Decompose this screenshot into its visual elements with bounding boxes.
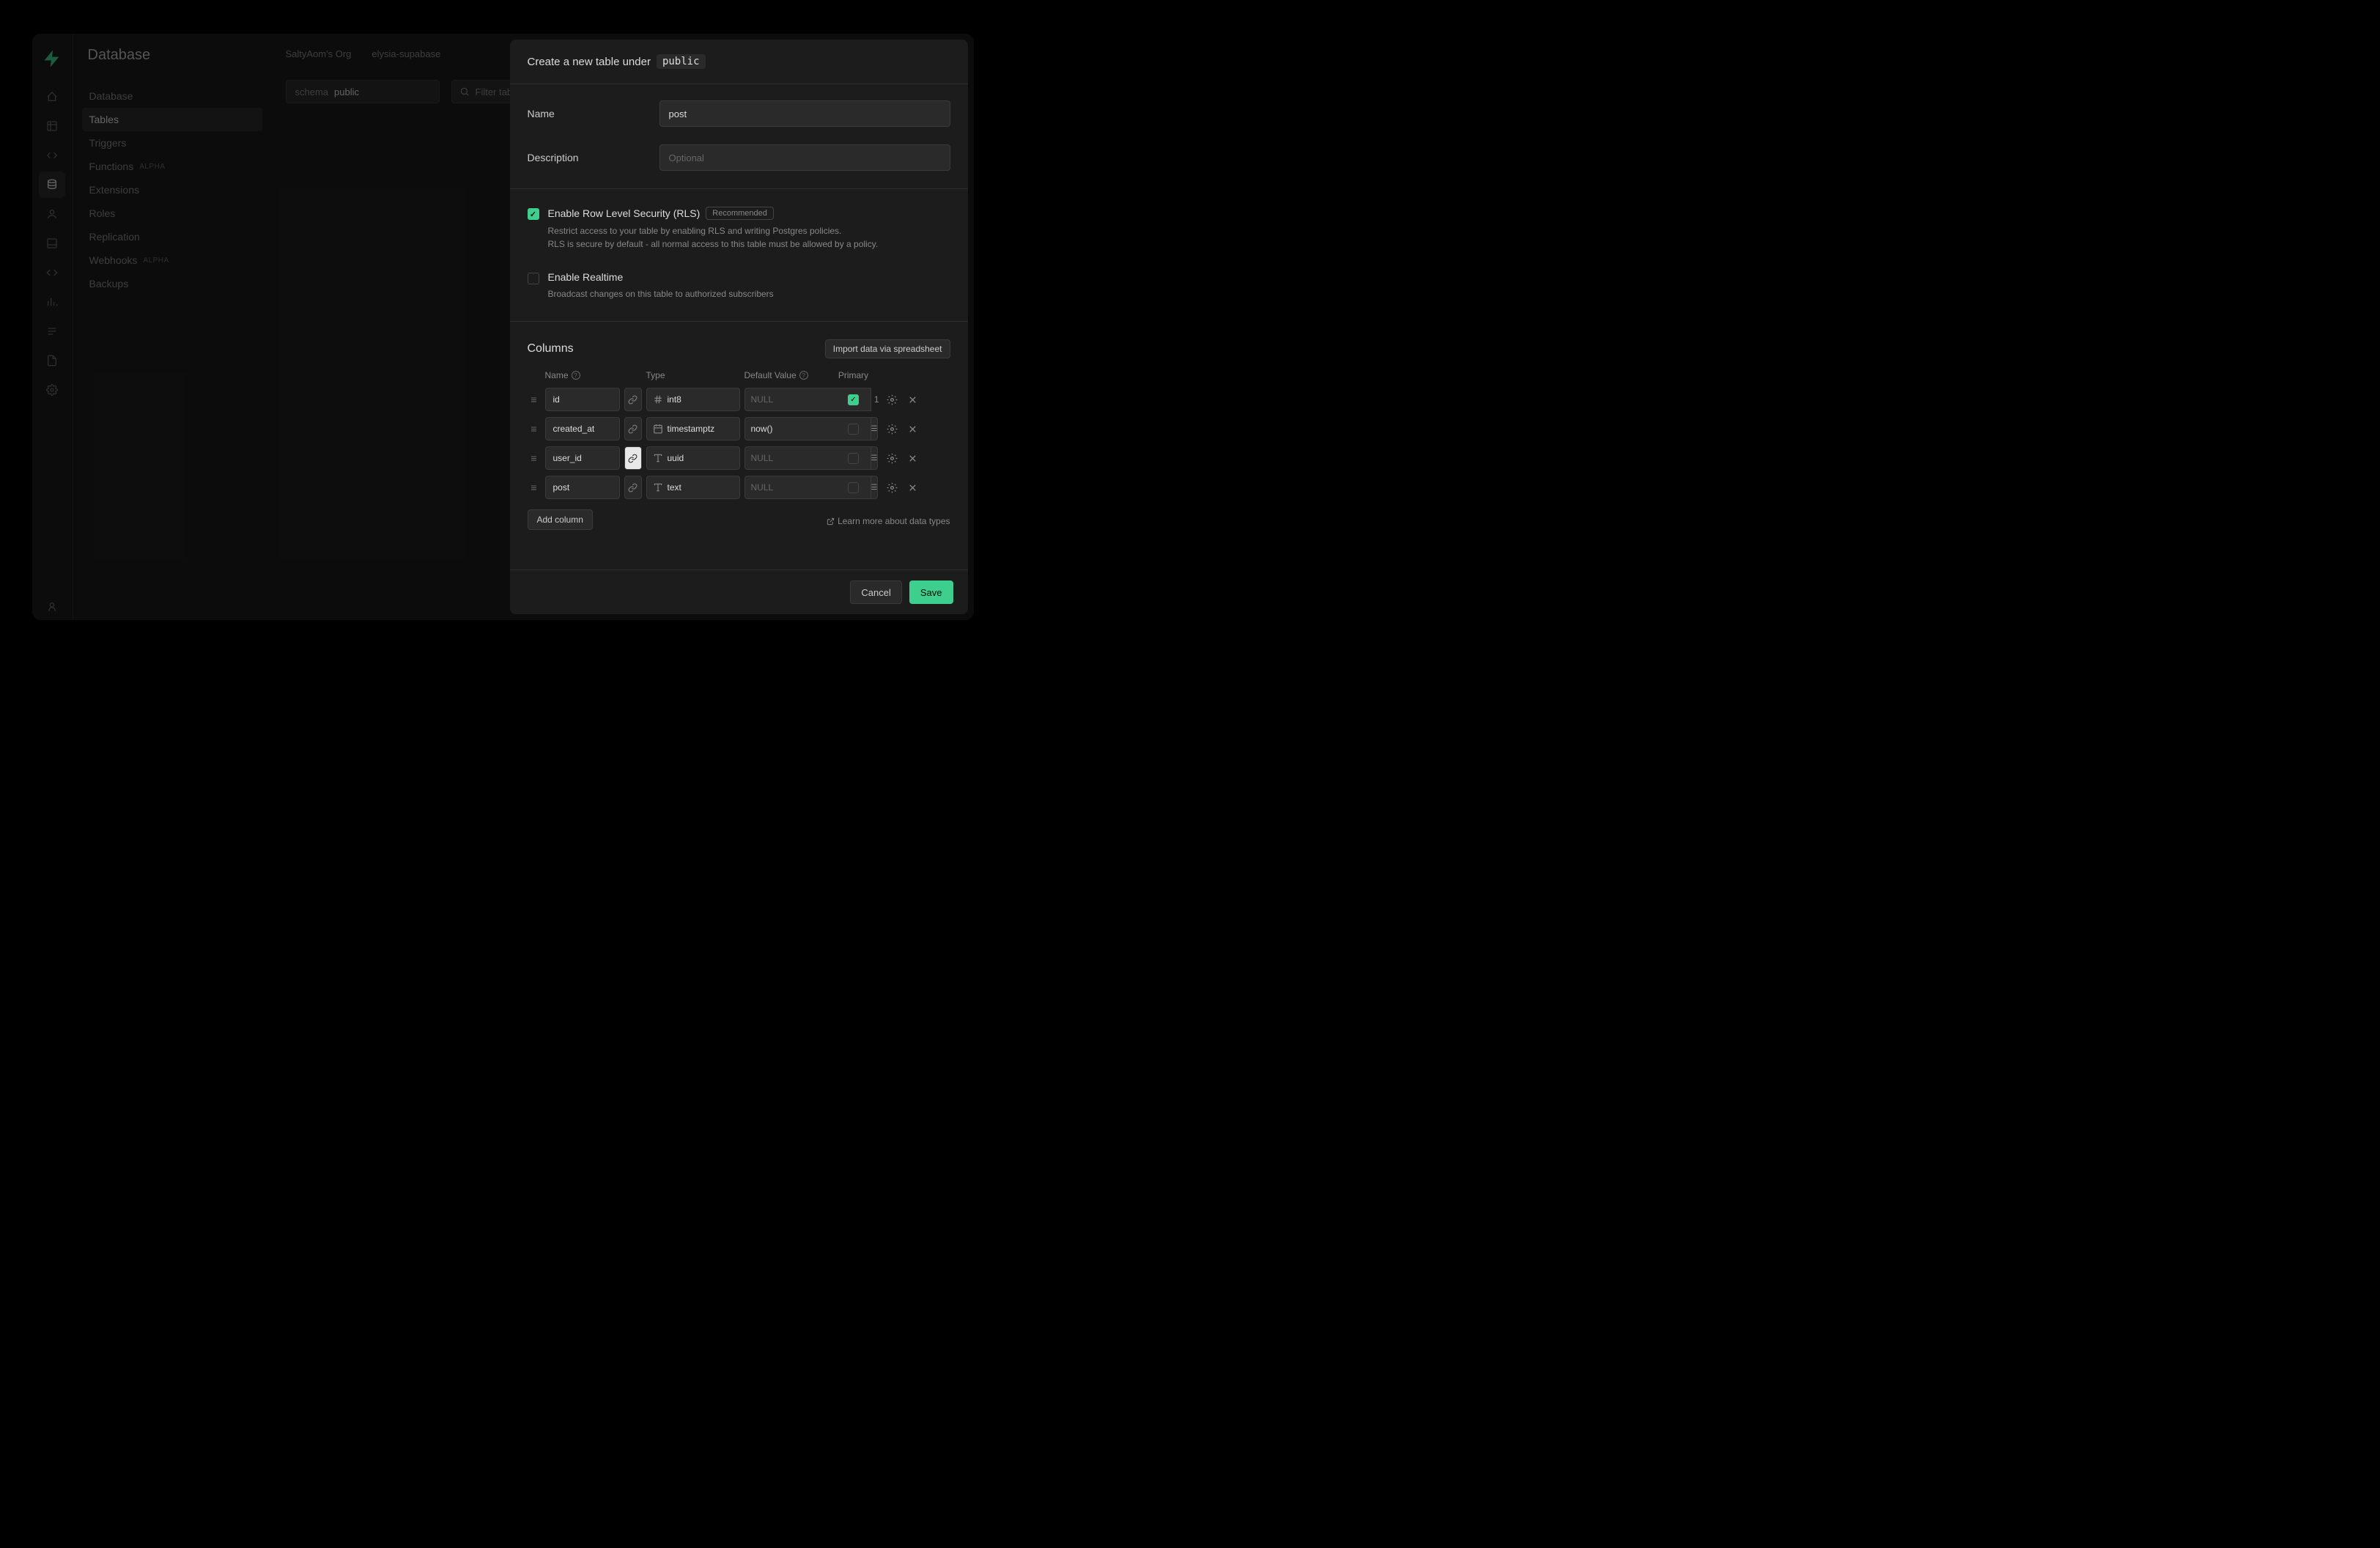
column-remove-icon[interactable]: [904, 420, 922, 438]
column-settings-icon[interactable]: [884, 391, 901, 408]
column-name-input[interactable]: [545, 476, 620, 499]
realtime-desc: Broadcast changes on this table to autho…: [548, 287, 950, 301]
column-settings-icon[interactable]: [884, 420, 901, 438]
default-value-options-icon[interactable]: ☰: [871, 476, 879, 499]
cancel-button[interactable]: Cancel: [850, 580, 901, 604]
column-name-input[interactable]: [545, 417, 620, 441]
drag-handle-icon[interactable]: ≡: [528, 423, 541, 435]
primary-key-checkbox[interactable]: [848, 482, 859, 493]
import-spreadsheet-button[interactable]: Import data via spreadsheet: [825, 339, 950, 358]
foreign-key-button[interactable]: [624, 446, 642, 470]
drag-handle-icon[interactable]: ≡: [528, 394, 541, 405]
column-headers: Name? Type Default Value? Primary: [528, 370, 950, 388]
schema-tag: public: [657, 54, 706, 69]
column-type-select[interactable]: int8: [646, 388, 740, 411]
column-name-input[interactable]: [545, 388, 620, 411]
external-link-icon: [827, 517, 835, 526]
add-column-button[interactable]: Add column: [528, 509, 593, 530]
column-settings-icon[interactable]: [884, 449, 901, 467]
help-icon[interactable]: ?: [799, 371, 808, 380]
help-icon[interactable]: ?: [572, 371, 580, 380]
rls-checkbox[interactable]: [528, 208, 539, 220]
column-remove-icon[interactable]: [904, 391, 922, 408]
column-extra-count: 1: [873, 394, 879, 405]
drag-handle-icon[interactable]: ≡: [528, 452, 541, 464]
drawer-footer: Cancel Save: [510, 570, 968, 614]
rls-title: Enable Row Level Security (RLS): [548, 207, 701, 219]
divider: [510, 321, 968, 322]
primary-key-checkbox[interactable]: [848, 453, 859, 464]
column-type-select[interactable]: uuid: [646, 446, 740, 470]
save-button[interactable]: Save: [909, 580, 953, 604]
column-name-input[interactable]: [545, 446, 620, 470]
create-table-drawer: Create a new table under public Name Des…: [510, 40, 968, 614]
columns-title: Columns: [528, 342, 574, 355]
realtime-title: Enable Realtime: [548, 271, 624, 283]
table-name-input[interactable]: [659, 100, 950, 127]
drag-handle-icon[interactable]: ≡: [528, 482, 541, 493]
column-type-select[interactable]: text: [646, 476, 740, 499]
realtime-checkbox[interactable]: [528, 273, 539, 284]
column-settings-icon[interactable]: [884, 479, 901, 496]
column-row: ≡ int8 1: [528, 388, 950, 411]
default-value-options-icon[interactable]: ☰: [871, 417, 879, 441]
name-label: Name: [528, 108, 659, 119]
column-remove-icon[interactable]: [904, 479, 922, 496]
rls-desc-2: RLS is secure by default - all normal ac…: [548, 237, 950, 251]
foreign-key-button[interactable]: [624, 476, 642, 499]
drawer-body: Name Description Enable Row Level Securi…: [510, 84, 968, 570]
learn-more-link[interactable]: Learn more about data types: [827, 516, 950, 526]
column-row: ≡ uuid ☰: [528, 446, 950, 470]
drawer-header: Create a new table under public: [510, 40, 968, 84]
app-window: Database Database Tables Triggers Functi…: [32, 34, 974, 620]
table-description-input[interactable]: [659, 144, 950, 171]
column-remove-icon[interactable]: [904, 449, 922, 467]
primary-key-checkbox[interactable]: [848, 394, 859, 405]
divider: [510, 188, 968, 189]
foreign-key-button[interactable]: [624, 417, 642, 441]
recommended-badge: Recommended: [706, 207, 774, 220]
rls-option: Enable Row Level Security (RLS) Recommen…: [528, 207, 950, 251]
column-type-select[interactable]: timestamptz: [646, 417, 740, 441]
rls-desc-1: Restrict access to your table by enablin…: [548, 224, 950, 237]
description-label: Description: [528, 152, 659, 163]
default-value-options-icon[interactable]: ☰: [871, 446, 879, 470]
column-row: ≡ text ☰: [528, 476, 950, 499]
primary-key-checkbox[interactable]: [848, 424, 859, 435]
column-row: ≡ timestamptz ☰: [528, 417, 950, 441]
realtime-option: Enable Realtime Broadcast changes on thi…: [528, 271, 950, 301]
foreign-key-button[interactable]: [624, 388, 642, 411]
